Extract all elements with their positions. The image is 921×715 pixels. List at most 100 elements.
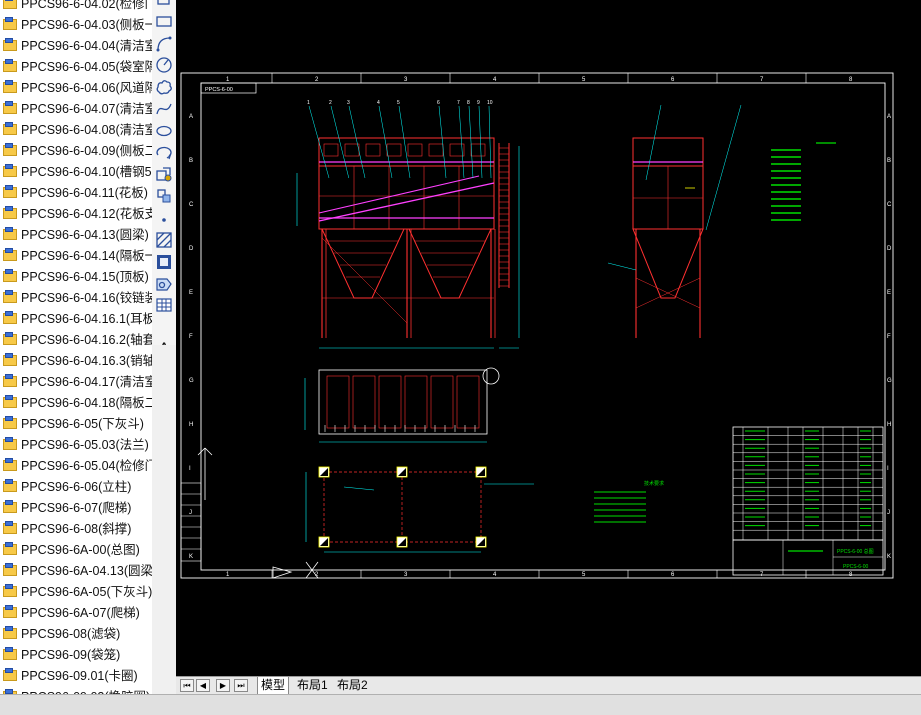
file-list-item[interactable]: PPCS96-09(袋笼) — [0, 643, 152, 664]
dwg-file-icon — [3, 374, 17, 387]
zone-letter-right: G — [887, 378, 892, 384]
file-list-item[interactable]: PPCS96-6-07(爬梯) — [0, 496, 152, 517]
file-list-item[interactable]: PPCS96-6-04.04(清洁室 — [0, 34, 152, 55]
file-list-item[interactable]: PPCS96-6-05(下灰斗) — [0, 412, 152, 433]
file-tree-panel: PPCS96-6-04.02(检修门 PPCS96-6-04.03(侧板一 PPCS… — [0, 0, 152, 714]
file-list-item[interactable]: PPCS96-6A-05(下灰斗) — [0, 580, 152, 601]
multiline-text-tool-button[interactable] — [154, 317, 174, 337]
hatch-icon — [156, 232, 172, 248]
bag-chamber — [318, 165, 495, 230]
file-list-item[interactable]: PPCS96-6-05.03(法兰) — [0, 433, 152, 454]
file-list-item[interactable]: PPCS96-6-04.16(铰链装 — [0, 286, 152, 307]
spline-tool-button[interactable] — [154, 99, 174, 119]
balloon-number: 10 — [487, 100, 493, 106]
leader-line — [438, 105, 447, 179]
make-block-icon — [157, 189, 171, 203]
file-list-label: PPCS96-6-04.13(圆梁) — [21, 228, 149, 242]
file-list-item[interactable]: PPCS96-6-04.18(隔板二 — [0, 391, 152, 412]
zone-letter-right: J — [887, 510, 890, 516]
inner-border — [200, 82, 886, 571]
file-list-item[interactable]: PPCS96-6-04.10(槽钢50 — [0, 160, 152, 181]
file-list-item[interactable]: PPCS96-6-04.16.1(耳板 — [0, 307, 152, 328]
file-list-item[interactable]: PPCS96-6-06(立柱) — [0, 475, 152, 496]
tab-model[interactable]: 模型 — [257, 677, 290, 695]
table-tool-button[interactable] — [154, 295, 174, 315]
region-tool-button[interactable] — [154, 273, 174, 293]
zone-letter-left: K — [189, 554, 193, 560]
ucs-arrow — [272, 566, 293, 579]
file-list-item[interactable]: PPCS96-6-04.16.3(销轴 — [0, 349, 152, 370]
file-list-item[interactable]: PPCS96-6-04.06(风道隔 — [0, 76, 152, 97]
zone-number-bottom: 6 — [671, 572, 675, 578]
file-list-item[interactable]: PPCS96-09.01(卡圈) — [0, 664, 152, 685]
file-list-item[interactable]: PPCS96-6-04.08(清洁室 — [0, 118, 152, 139]
dwg-file-icon — [3, 269, 17, 282]
file-list-item[interactable]: PPCS96-6A-04.13(圆梁) — [0, 559, 152, 580]
file-list-item[interactable]: PPCS96-6-04.13(圆梁) — [0, 223, 152, 244]
file-list-item[interactable]: PPCS96-6-04.05(袋室隔 — [0, 55, 152, 76]
zone-letter-right: A — [887, 114, 891, 120]
leader-line — [705, 104, 742, 231]
file-list-item[interactable]: PPCS96-6-04.02(检修门 — [0, 0, 152, 13]
file-list-item[interactable]: PPCS96-6A-00(总图) — [0, 538, 152, 559]
dwg-file-icon — [3, 80, 17, 93]
file-list-item[interactable]: PPCS96-6-04.07(清洁室 — [0, 97, 152, 118]
file-list-item[interactable]: PPCS96-6-04.17(清洁室 — [0, 370, 152, 391]
dwg-file-icon — [3, 521, 17, 534]
dwg-file-icon — [3, 437, 17, 450]
drawing-canvas[interactable]: 1 1 2 2 3 3 4 4 5 5 6 6 7 7 8 8 A A B B C C D D E E F F G G H H I I J J K K PP… — [176, 0, 921, 676]
dwg-file-icon — [3, 353, 17, 366]
toolbar-empty-area — [152, 345, 176, 694]
balloon-number: 1 — [307, 100, 310, 106]
point-tool-button[interactable] — [154, 208, 174, 228]
square-tool-button[interactable] — [154, 0, 174, 10]
layout-tab-bar: ⏮ ◀ ▶ ⏭ 模型 布局1 布局2 — [176, 676, 921, 695]
ellipse-arc-tool-button[interactable] — [154, 143, 174, 163]
ellipse-tool-button[interactable] — [154, 121, 174, 141]
table-icon — [156, 298, 172, 312]
file-list-item[interactable]: PPCS96-6-08(斜撑) — [0, 517, 152, 538]
hatch-tool-button[interactable] — [154, 230, 174, 250]
tab-layout1[interactable]: 布局1 — [294, 677, 331, 694]
file-list-item[interactable]: PPCS96-6-04.16.2(轴套 — [0, 328, 152, 349]
file-list-item[interactable]: PPCS96-08(滤袋) — [0, 622, 152, 643]
draw-toolbar: A — [152, 0, 177, 358]
next-layout-button[interactable]: ▶ — [216, 679, 230, 692]
zone-letter-right: D — [887, 246, 892, 252]
make-block-tool-button[interactable] — [154, 186, 174, 206]
first-layout-button[interactable]: ⏮ — [180, 679, 194, 692]
tab-layout2[interactable]: 布局2 — [334, 677, 371, 694]
prev-layout-button[interactable]: ◀ — [196, 679, 210, 692]
file-list-item[interactable]: PPCS96-6-04.15(顶板) — [0, 265, 152, 286]
zone-letter-left: D — [189, 246, 194, 252]
roof-panel — [323, 143, 339, 157]
file-list-label: PPCS96-6-07(爬梯) — [21, 501, 132, 515]
file-list-item[interactable]: PPCS96-6A-07(爬梯) — [0, 601, 152, 622]
leader-line — [378, 105, 393, 179]
dwg-file-icon — [3, 101, 17, 114]
dwg-file-icon — [3, 500, 17, 513]
file-list-item[interactable]: PPCS96-6-05.04(检修门 — [0, 454, 152, 475]
rectangle-tool-button[interactable] — [154, 12, 174, 32]
last-layout-button[interactable]: ⏭ — [234, 679, 248, 692]
point-icon — [162, 218, 166, 222]
file-list-item[interactable]: PPCS96-6-04.11(花板) — [0, 181, 152, 202]
dwg-file-icon — [3, 17, 17, 30]
arc-tool-button[interactable] — [154, 34, 174, 54]
file-list-item[interactable]: PPCS96-6-04.09(侧板二 — [0, 139, 152, 160]
file-list-label: PPCS96-6-04.18(隔板二 — [21, 396, 152, 410]
circle-tool-button[interactable] — [154, 55, 174, 75]
gradient-tool-button[interactable] — [154, 252, 174, 272]
file-list-label: PPCS96-6-04.07(清洁室 — [21, 102, 152, 116]
insert-block-tool-button[interactable] — [154, 164, 174, 184]
file-list-item[interactable]: PPCS96-6-04.03(侧板一 — [0, 13, 152, 34]
file-list-item[interactable]: PPCS96-6-04.12(花板支 — [0, 202, 152, 223]
zone-number-bottom: 4 — [493, 572, 497, 578]
title-number: PPCS-6-00 — [843, 564, 869, 570]
zone-letter-left: B — [189, 158, 193, 164]
revision-cloud-tool-button[interactable] — [154, 77, 174, 97]
balloon-number: 7 — [457, 100, 460, 106]
revision-cloud-icon — [156, 80, 172, 95]
status-bar — [0, 694, 921, 715]
file-list-item[interactable]: PPCS96-6-04.14(隔板一 — [0, 244, 152, 265]
